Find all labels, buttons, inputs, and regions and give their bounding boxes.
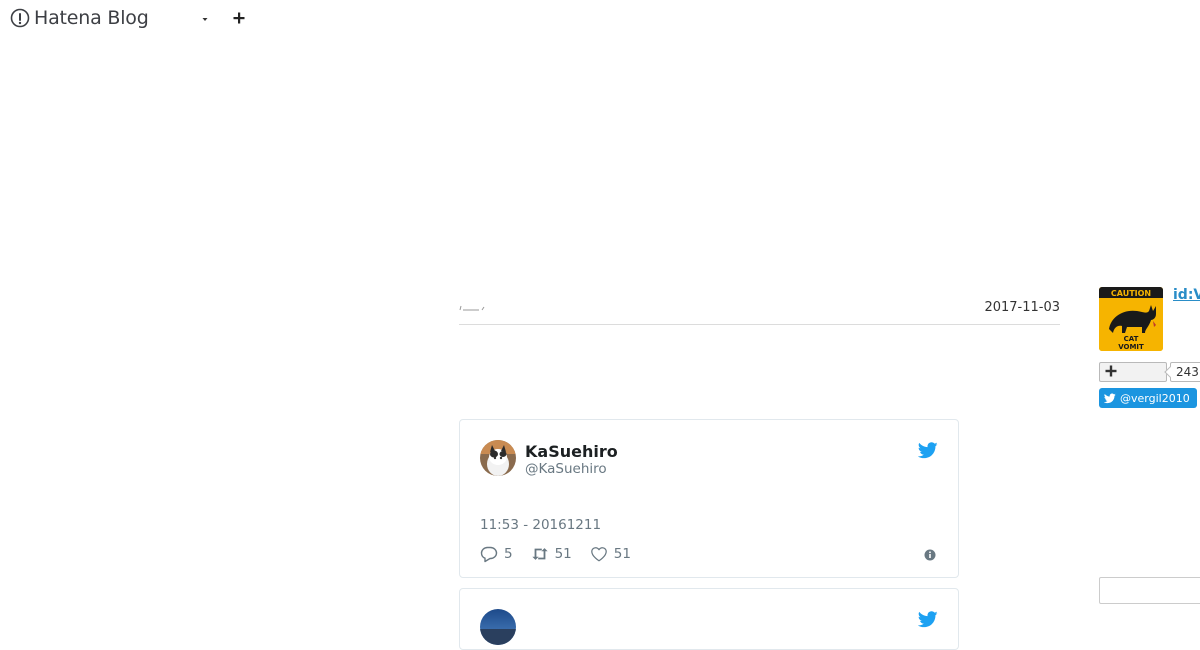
profile-id-link[interactable]: id:V bbox=[1173, 287, 1200, 303]
chevron-down-icon[interactable] bbox=[200, 14, 210, 24]
twitter-bird-icon[interactable] bbox=[918, 442, 938, 459]
hatena-logo-icon bbox=[10, 8, 30, 28]
retweet-button[interactable]: 51 bbox=[531, 545, 572, 563]
tweet-author-avatar[interactable] bbox=[480, 440, 516, 476]
reply-count: 5 bbox=[504, 546, 513, 562]
like-button[interactable]: 51 bbox=[590, 545, 631, 563]
top-navigation-bar: Hatena Blog bbox=[0, 0, 1200, 36]
twitter-bird-icon[interactable] bbox=[918, 611, 938, 628]
subscriber-count-badge: 243 bbox=[1170, 362, 1200, 382]
reply-icon bbox=[480, 546, 498, 563]
logo-text: Hatena Blog bbox=[34, 7, 149, 29]
entry-date[interactable]: 2017-11-03 bbox=[984, 300, 1060, 315]
embedded-tweet-card[interactable]: KaSuehiro @KaSuehiro 11:53 - 20161211 5 … bbox=[459, 419, 959, 578]
avatar-caption-line1: CAT bbox=[1124, 335, 1139, 343]
tweet-author-handle[interactable]: @KaSuehiro bbox=[525, 461, 607, 477]
tweet-author-name[interactable]: KaSuehiro bbox=[525, 442, 618, 461]
info-icon[interactable] bbox=[924, 549, 936, 561]
tweet-timestamp[interactable]: 11:53 - 20161211 bbox=[480, 517, 601, 533]
tweet-author-avatar[interactable] bbox=[480, 609, 516, 645]
hatena-blog-logo[interactable]: Hatena Blog bbox=[10, 7, 149, 29]
add-entry-plus-icon[interactable] bbox=[231, 10, 247, 26]
embedded-tweet-card[interactable] bbox=[459, 588, 959, 650]
search-input[interactable] bbox=[1099, 577, 1200, 604]
category-placeholder-icon bbox=[459, 305, 485, 311]
twitter-follow-button[interactable]: @vergil2010 bbox=[1099, 388, 1197, 408]
avatar-caution-text: CAUTION bbox=[1111, 289, 1151, 298]
tweet-actions: 5 51 51 bbox=[480, 545, 649, 563]
plus-icon bbox=[1105, 365, 1117, 377]
reply-button[interactable]: 5 bbox=[480, 545, 513, 563]
entry-header: 2017-11-03 bbox=[459, 296, 1060, 325]
retweet-count: 51 bbox=[554, 546, 572, 562]
retweet-icon bbox=[531, 548, 548, 560]
subscribe-button[interactable] bbox=[1099, 362, 1167, 382]
profile-avatar[interactable]: CAUTION CAT VOMIT bbox=[1099, 287, 1163, 351]
heart-icon bbox=[590, 547, 607, 562]
twitter-bird-icon bbox=[1104, 393, 1116, 403]
avatar-caption-line2: VOMIT bbox=[1118, 343, 1144, 351]
like-count: 51 bbox=[613, 546, 631, 562]
twitter-follow-label: @vergil2010 bbox=[1120, 391, 1190, 405]
